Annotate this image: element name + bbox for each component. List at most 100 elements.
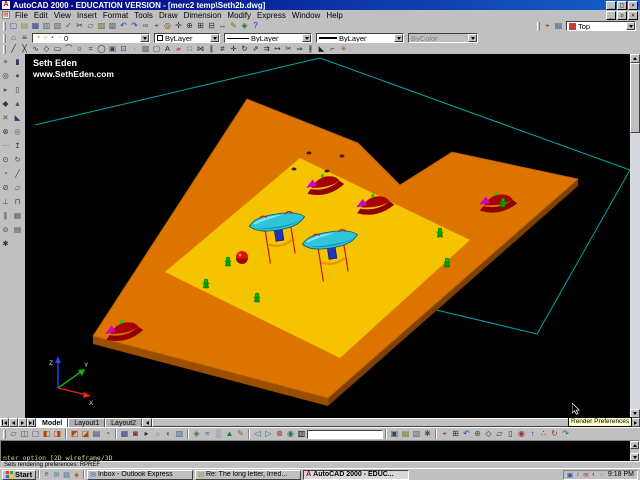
offset-icon[interactable]: ∥: [206, 44, 217, 54]
scroll-left-icon[interactable]: [142, 418, 152, 427]
temporary-tracking-icon[interactable]: ⌖: [151, 21, 162, 32]
insert-block-icon[interactable]: ▣: [389, 428, 400, 440]
command-history[interactable]: nter option [2D wireframe/3D wireframe/H…: [1, 441, 630, 461]
doc-minimize-button[interactable]: _: [606, 11, 616, 20]
circle-icon[interactable]: ○: [74, 44, 85, 54]
lengthen-icon[interactable]: ↦: [272, 44, 283, 54]
solids-sphere-icon[interactable]: ●: [12, 69, 23, 83]
web-address-icon[interactable]: ▥: [296, 428, 307, 440]
chevron-down-icon[interactable]: [394, 34, 403, 42]
3d-orbit-icon[interactable]: ◔: [102, 428, 113, 440]
snap-tangent-icon[interactable]: ⊘: [0, 181, 11, 195]
scroll-up-icon[interactable]: [630, 441, 639, 449]
open-icon[interactable]: ▤: [19, 21, 30, 32]
multiline-text-icon[interactable]: A: [162, 44, 173, 54]
toolbar-grip[interactable]: [3, 430, 6, 439]
lights-icon[interactable]: ☼: [152, 428, 163, 440]
solids-cylinder-icon[interactable]: ▯: [12, 83, 23, 97]
gouraud-shaded-edges-on-icon[interactable]: ◪: [80, 428, 91, 440]
snap-from-icon[interactable]: ◎: [162, 21, 173, 32]
menu-item[interactable]: Help: [323, 11, 345, 20]
scale-icon[interactable]: ⇗: [250, 44, 261, 54]
distance-icon[interactable]: ↔: [217, 21, 228, 32]
mapping-icon[interactable]: ◈: [191, 428, 202, 440]
array-icon[interactable]: #: [217, 44, 228, 54]
insert-block-icon[interactable]: ▣: [107, 44, 118, 54]
drawing-canvas[interactable]: Z Y X Seth Eden www.SethEden.com: [25, 54, 630, 418]
cut-icon[interactable]: ✂: [74, 21, 85, 32]
scroll-up-icon[interactable]: [630, 54, 640, 63]
z-axis-vector-ucs-icon[interactable]: ↑: [527, 428, 538, 440]
region-icon[interactable]: ▢: [151, 44, 162, 54]
flat-shaded-icon[interactable]: ◧: [41, 428, 52, 440]
hide-icon[interactable]: ▦: [119, 428, 130, 440]
drawing-scene[interactable]: Z Y X: [25, 54, 630, 418]
solids-cone-icon[interactable]: ▲: [12, 97, 23, 111]
internet-explorer-icon[interactable]: e: [42, 471, 51, 479]
menu-item[interactable]: Modify: [224, 11, 254, 20]
insert-hyperlink-icon[interactable]: ∞: [140, 21, 151, 32]
command-window[interactable]: nter option [2D wireframe/3D wireframe/H…: [0, 440, 640, 462]
copy-object-icon[interactable]: ∷: [184, 44, 195, 54]
named-views-icon[interactable]: ▤: [553, 21, 564, 32]
toolbar-grip[interactable]: [3, 45, 6, 54]
tab-next-button[interactable]: [18, 418, 27, 427]
snap-perpendicular-icon[interactable]: ⊥: [0, 195, 11, 209]
horizontal-scroll-thumb[interactable]: [152, 418, 604, 427]
layout-tab[interactable]: Layout2: [105, 418, 142, 427]
canvas-annotation[interactable]: Seth Eden www.SethEden.com: [33, 58, 114, 79]
tray-display-icon[interactable]: ▣: [566, 471, 574, 479]
render-preferences-icon[interactable]: ✱: [422, 428, 433, 440]
paste-icon[interactable]: ▨: [96, 21, 107, 32]
gouraud-shaded-icon[interactable]: ◨: [52, 428, 63, 440]
chevron-down-icon[interactable]: [140, 34, 149, 42]
new-icon[interactable]: ▢: [8, 21, 19, 32]
close-button[interactable]: ×: [628, 1, 638, 10]
menu-item[interactable]: Format: [100, 11, 131, 20]
hatch-icon[interactable]: ▨: [140, 44, 151, 54]
chevron-down-icon[interactable]: [302, 34, 311, 42]
landscape-edit-icon[interactable]: ✎: [235, 428, 246, 440]
web-address-field[interactable]: [307, 430, 383, 439]
horizontal-scrollbar[interactable]: [142, 418, 640, 427]
red-sphere[interactable]: [236, 251, 248, 264]
y-axis-rotate-ucs-icon[interactable]: ↷: [560, 428, 571, 440]
taskbar-task[interactable]: ✉Inbox - Outlook Express: [87, 470, 193, 480]
tracking-icon[interactable]: ⌖: [0, 55, 11, 69]
vertical-scroll-thumb[interactable]: [630, 63, 640, 133]
tray-scheduler-icon[interactable]: ◐: [590, 471, 598, 478]
toolbar-grip[interactable]: [537, 22, 540, 31]
snap-extension-icon[interactable]: ⋯: [0, 139, 11, 153]
hidden-icon[interactable]: ▢: [30, 428, 41, 440]
taskbar-task[interactable]: ✉Re: The long letter, Irred...: [195, 470, 301, 480]
rotate-icon[interactable]: ↻: [239, 44, 250, 54]
chamfer-icon[interactable]: ◣: [316, 44, 327, 54]
tray-mail-icon[interactable]: ✉: [582, 471, 590, 479]
construction-line-icon[interactable]: ╳: [19, 44, 30, 54]
maximize-button[interactable]: □: [617, 1, 627, 10]
tab-previous-button[interactable]: [9, 418, 18, 427]
x-axis-rotate-ucs-icon[interactable]: ↻: [549, 428, 560, 440]
snap-apparent-intersection-icon[interactable]: ⊗: [0, 125, 11, 139]
snap-endpoint-icon[interactable]: ▸: [0, 83, 11, 97]
3-point-ucs-icon[interactable]: ∴: [538, 428, 549, 440]
point-icon[interactable]: ·: [129, 44, 140, 54]
image-icon[interactable]: ▧: [411, 428, 422, 440]
external-reference-icon[interactable]: ▤: [400, 428, 411, 440]
display-ucs-dialog-icon[interactable]: ⊞: [450, 428, 461, 440]
object-ucs-icon[interactable]: ◇: [483, 428, 494, 440]
menu-item[interactable]: File: [12, 11, 31, 20]
scenes-icon[interactable]: ▸: [141, 428, 152, 440]
pan-realtime-icon[interactable]: ✛: [173, 21, 184, 32]
channels-icon[interactable]: ◈: [72, 471, 81, 479]
arc-icon[interactable]: ⌒: [63, 44, 74, 54]
help-icon[interactable]: ?: [250, 21, 261, 32]
outlook-express-icon[interactable]: ✉: [52, 471, 61, 479]
snap-node-icon[interactable]: ⊚: [0, 223, 11, 237]
solids-box-icon[interactable]: ▮: [12, 55, 23, 69]
origin-ucs-icon[interactable]: ◉: [516, 428, 527, 440]
show-desktop-icon[interactable]: ▤: [62, 471, 71, 479]
move-icon[interactable]: ✛: [228, 44, 239, 54]
redraw-icon[interactable]: ✎: [228, 21, 239, 32]
web-forward-icon[interactable]: ▷: [263, 428, 274, 440]
